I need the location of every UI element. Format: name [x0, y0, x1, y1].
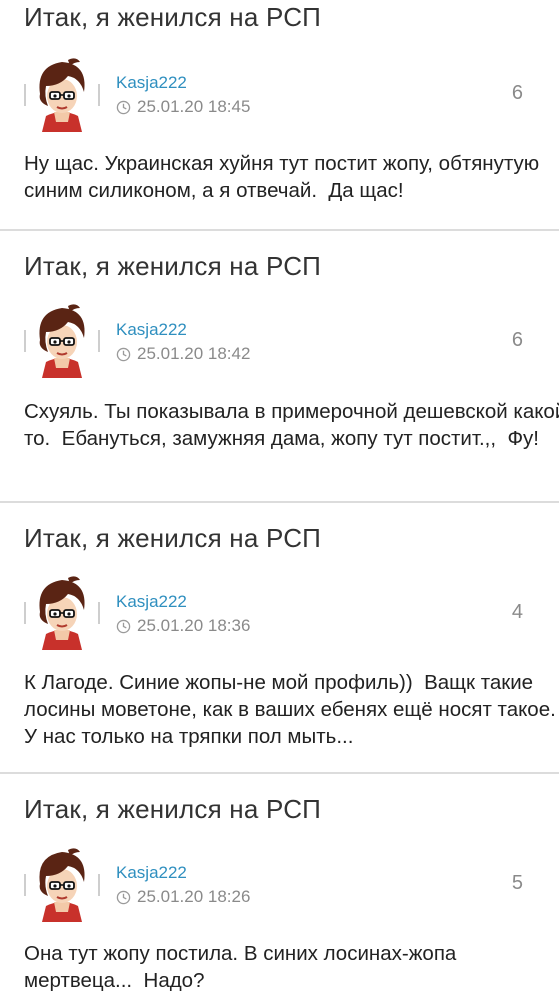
post-meta: 25.01.20 18:42 — [116, 344, 250, 364]
post-datetime: 25.01.20 18:36 — [137, 616, 251, 635]
clock-icon — [116, 890, 131, 904]
clock-icon — [116, 619, 131, 633]
post-item[interactable]: Итак, я женился на РСП Kasja222 25.01.20… — [0, 229, 559, 501]
posts-feed: Итак, я женился на РСП Kasja222 25.01.20… — [0, 0, 559, 1000]
cartoon-woman-avatar-icon — [24, 576, 100, 650]
post-text: К Лагоде. Синие жопы-не мой профиль)) Ва… — [24, 671, 556, 748]
post-item[interactable]: Итак, я женился на РСП Kasja222 25.01.20… — [0, 501, 559, 772]
post-title[interactable]: Итак, я женился на РСП — [24, 2, 321, 33]
cartoon-woman-avatar-icon — [24, 304, 100, 378]
post-item[interactable]: Итак, я женился на РСП Kasja222 25.01.20… — [0, 772, 559, 1000]
clock-icon — [116, 100, 131, 114]
post-count-badge: 4 — [511, 601, 523, 623]
author-name-link[interactable]: Kasja222 — [116, 320, 187, 340]
post-datetime: 25.01.20 18:42 — [137, 344, 251, 363]
avatar[interactable] — [24, 574, 100, 650]
post-text: Она тут жопу постила. В синих лосинах-жо… — [24, 942, 463, 992]
post-meta: 25.01.20 18:26 — [116, 887, 250, 907]
post-text: Схуяль. Ты показывала в примерочной деше… — [24, 400, 559, 450]
author-name-link[interactable]: Kasja222 — [116, 592, 187, 612]
post-meta: 25.01.20 18:45 — [116, 97, 250, 117]
post-title[interactable]: Итак, я женился на РСП — [24, 523, 321, 554]
post-datetime: 25.01.20 18:45 — [137, 97, 251, 116]
post-count-badge: 6 — [511, 82, 523, 104]
post-count-badge: 5 — [511, 872, 523, 894]
avatar[interactable] — [24, 846, 100, 922]
post-text: Ну щас. Украинская хуйня тут постит жопу… — [24, 152, 545, 202]
post-title[interactable]: Итак, я женился на РСП — [24, 794, 321, 825]
post-title[interactable]: Итак, я женился на РСП — [24, 251, 321, 282]
post-datetime: 25.01.20 18:26 — [137, 887, 251, 906]
author-name-link[interactable]: Kasja222 — [116, 73, 187, 93]
avatar[interactable] — [24, 302, 100, 378]
author-name-link[interactable]: Kasja222 — [116, 863, 187, 883]
post-item[interactable]: Итак, я женился на РСП Kasja222 25.01.20… — [0, 0, 559, 229]
cartoon-woman-avatar-icon — [24, 58, 100, 132]
cartoon-woman-avatar-icon — [24, 848, 100, 922]
post-meta: 25.01.20 18:36 — [116, 616, 250, 636]
post-count-badge: 6 — [511, 329, 523, 351]
avatar[interactable] — [24, 56, 100, 132]
clock-icon — [116, 347, 131, 361]
